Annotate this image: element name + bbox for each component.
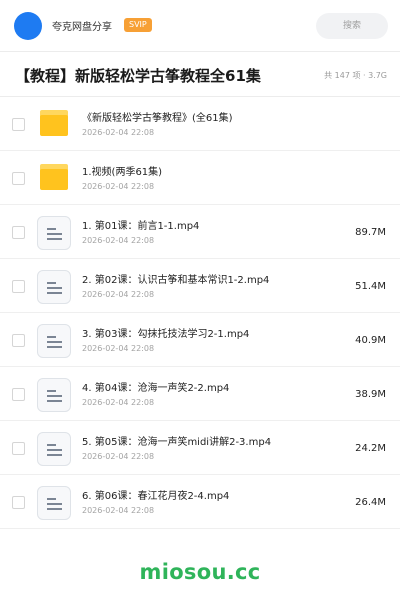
file-name: 6. 第06课：春江花月夜2-4.mp4: [82, 491, 230, 502]
file-name: 1.视频(两季61集): [82, 167, 163, 178]
folder-icon: [40, 164, 68, 190]
file-list: 《新版轻松学古筝教程》(全61集) 2026-02-04 22:08 1.视频(两季…: [0, 97, 400, 529]
title-bar: 【教程】新版轻松学古筝教程全61集 共 147 项 · 3.7G: [0, 53, 400, 97]
file-date: 2026-02-04 22:08: [82, 236, 155, 245]
select-checkbox[interactable]: [12, 280, 25, 293]
page-title: 【教程】新版轻松学古筝教程全61集: [15, 67, 261, 85]
select-checkbox[interactable]: [12, 118, 25, 131]
list-item[interactable]: 1. 第01课：前言1-1.mp4 2026-02-04 22:08 89.7M: [0, 205, 400, 259]
list-item[interactable]: 2. 第02课：认识古筝和基本常识1-2.mp4 2026-02-04 22:08…: [0, 259, 400, 313]
share-meta: 共 147 项 · 3.7G: [324, 71, 387, 80]
file-date: 2026-02-04 22:08: [82, 182, 155, 191]
select-checkbox[interactable]: [12, 388, 25, 401]
svip-badge[interactable]: SVIP: [124, 18, 152, 32]
file-size: 89.7M: [355, 227, 386, 238]
select-checkbox[interactable]: [12, 442, 25, 455]
file-name: 1. 第01课：前言1-1.mp4: [82, 221, 200, 232]
video-file-icon: [37, 486, 71, 520]
file-size: 38.9M: [355, 389, 386, 400]
top-header: 夸克网盘分享 SVIP 搜索: [0, 0, 400, 52]
app-name: 夸克网盘分享: [52, 22, 112, 33]
file-date: 2026-02-04 22:08: [82, 290, 155, 299]
list-item[interactable]: 《新版轻松学古筝教程》(全61集) 2026-02-04 22:08: [0, 97, 400, 151]
list-item[interactable]: 6. 第06课：春江花月夜2-4.mp4 2026-02-04 22:08 26.4…: [0, 475, 400, 529]
select-checkbox[interactable]: [12, 226, 25, 239]
file-date: 2026-02-04 22:08: [82, 398, 155, 407]
file-size: 24.2M: [355, 443, 386, 454]
file-name: 4. 第04课：沧海一声笑2-2.mp4: [82, 383, 230, 394]
file-name: 3. 第03课：勾抹托技法学习2-1.mp4: [82, 329, 250, 340]
file-date: 2026-02-04 22:08: [82, 128, 155, 137]
video-file-icon: [37, 270, 71, 304]
file-date: 2026-02-04 22:08: [82, 506, 155, 515]
video-file-icon: [37, 432, 71, 466]
list-item[interactable]: 1.视频(两季61集) 2026-02-04 22:08: [0, 151, 400, 205]
video-file-icon: [37, 216, 71, 250]
folder-icon: [40, 110, 68, 136]
video-file-icon: [37, 324, 71, 358]
list-item[interactable]: 5. 第05课：沧海一声笑midi讲解2-3.mp4 2026-02-04 22:…: [0, 421, 400, 475]
file-date: 2026-02-04 22:08: [82, 452, 155, 461]
search-input[interactable]: 搜索: [316, 13, 388, 39]
avatar[interactable]: [14, 12, 42, 40]
select-checkbox[interactable]: [12, 496, 25, 509]
video-file-icon: [37, 378, 71, 412]
file-size: 40.9M: [355, 335, 386, 346]
file-size: 51.4M: [355, 281, 386, 292]
file-date: 2026-02-04 22:08: [82, 344, 155, 353]
file-name: 5. 第05课：沧海一声笑midi讲解2-3.mp4: [82, 437, 272, 448]
list-item[interactable]: 4. 第04课：沧海一声笑2-2.mp4 2026-02-04 22:08 38.9…: [0, 367, 400, 421]
list-item[interactable]: 3. 第03课：勾抹托技法学习2-1.mp4 2026-02-04 22:08 40…: [0, 313, 400, 367]
file-name: 《新版轻松学古筝教程》(全61集): [82, 113, 233, 124]
watermark: miosou.cc: [139, 560, 261, 584]
file-size: 26.4M: [355, 497, 386, 508]
select-checkbox[interactable]: [12, 172, 25, 185]
select-checkbox[interactable]: [12, 334, 25, 347]
file-name: 2. 第02课：认识古筝和基本常识1-2.mp4: [82, 275, 270, 286]
